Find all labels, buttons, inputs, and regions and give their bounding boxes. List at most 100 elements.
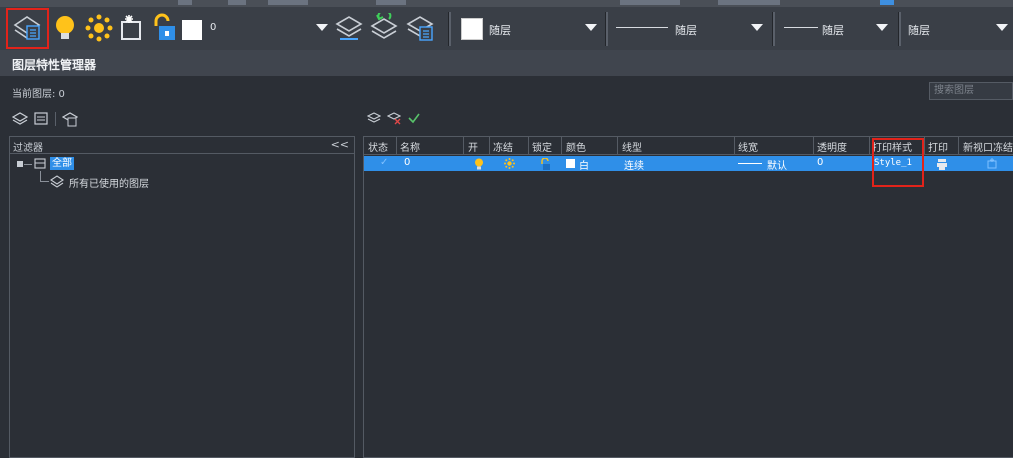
chevron-down-icon (585, 24, 597, 31)
column-separator (617, 137, 618, 154)
filter-tree-item-used[interactable]: 所有已使用的图层 (69, 175, 149, 190)
column-separator (813, 137, 814, 154)
layer-on-bulb-icon[interactable] (50, 13, 80, 43)
layer-transparency-cell[interactable]: 0 (817, 157, 823, 168)
layer-linetype-cell[interactable]: 连续 (624, 157, 644, 172)
linetype-sample (616, 27, 668, 28)
column-header-freeze[interactable]: 冻结 (493, 139, 513, 154)
column-header-name[interactable]: 名称 (400, 139, 420, 154)
layer-properties-icon[interactable] (12, 13, 42, 43)
column-separator (396, 137, 397, 154)
color-value: 随层 (489, 24, 511, 37)
lineweight-sample (738, 163, 762, 164)
layer-on-bulb-icon[interactable] (474, 158, 484, 170)
chevron-down-icon (876, 24, 888, 31)
layer-color-swatch (182, 20, 202, 40)
lineweight-value: 随层 (822, 24, 844, 37)
column-separator (869, 137, 870, 154)
make-current-layer-icon[interactable] (334, 13, 364, 43)
column-header-color[interactable]: 颜色 (566, 139, 586, 154)
layer-unlock-icon[interactable] (540, 158, 550, 170)
current-layer-value: 0 (210, 22, 217, 33)
layer-previous-icon[interactable] (369, 13, 399, 43)
highlight-box (872, 138, 924, 187)
column-separator (734, 137, 735, 154)
search-input[interactable]: 搜索图层 (929, 82, 1013, 100)
current-layer-dropdown[interactable]: 0 (210, 16, 332, 40)
toolbar-separator (448, 12, 451, 46)
plotstyle-value: 随层 (908, 24, 930, 37)
column-separator (561, 137, 562, 154)
lineweight-dropdown[interactable]: 随层 (780, 16, 898, 40)
delete-layer-icon[interactable] (387, 111, 401, 125)
tree-connector (40, 171, 41, 181)
status-check-icon: ✓ (380, 157, 389, 168)
color-swatch (461, 18, 483, 40)
toolbar-separator (772, 12, 775, 46)
tree-connector (40, 181, 49, 182)
column-header-lineweight[interactable]: 线宽 (738, 139, 758, 154)
chevron-down-icon (316, 24, 328, 31)
layer-name-cell[interactable]: 0 (404, 157, 410, 168)
layer-lock-icon[interactable] (148, 13, 178, 43)
column-separator (463, 137, 464, 154)
column-header-plot[interactable]: 打印 (928, 139, 948, 154)
filter-tree-panel: 过滤器 << 全部 所有已使用的图层 (9, 136, 355, 458)
linetype-dropdown[interactable]: 随层 (612, 16, 767, 40)
new-property-filter-icon[interactable] (12, 111, 28, 127)
filter-header-label: 过滤器 (13, 143, 43, 154)
layer-states-icon[interactable] (62, 111, 78, 127)
new-layer-icon[interactable] (367, 111, 381, 125)
filter-header: 过滤器 << (10, 137, 354, 154)
color-dropdown[interactable]: 随层 (458, 16, 608, 40)
toolbar-edge-mark (178, 0, 192, 5)
new-group-filter-icon[interactable] (33, 111, 49, 127)
page-title: 图层特性管理器 (12, 58, 97, 72)
chevron-down-icon (751, 24, 763, 31)
color-swatch[interactable] (566, 159, 575, 168)
linetype-value: 随层 (675, 24, 697, 37)
column-separator (958, 137, 959, 154)
current-layer-row: 当前图层: 0 (0, 80, 1013, 102)
toolbar-separator (898, 12, 901, 46)
viewport-freeze-icon[interactable] (117, 13, 147, 43)
palette-titlebar[interactable]: 图层特性管理器 (0, 50, 1013, 76)
column-header-on[interactable]: 开 (468, 139, 478, 154)
current-layer-label: 当前图层: 0 (12, 89, 65, 100)
toolbar-edge-mark (268, 0, 308, 5)
column-separator (528, 137, 529, 154)
layer-freeze-sun-icon[interactable] (504, 158, 515, 169)
layer-lineweight-cell[interactable]: 默认 (767, 157, 787, 172)
collapse-filter-button[interactable]: << (331, 138, 349, 151)
layer-color-cell[interactable]: 白 (579, 157, 589, 172)
toolbar-edge-mark (228, 0, 246, 5)
layer-state-manager-icon[interactable] (405, 13, 435, 43)
top-toolbar-edge (0, 0, 1013, 7)
toolbar-edge-mark (880, 0, 894, 5)
toolbar-edge-mark (376, 0, 406, 5)
column-header-transparency[interactable]: 透明度 (817, 139, 847, 154)
column-header-linetype[interactable]: 线型 (622, 139, 642, 154)
set-current-check-icon[interactable] (407, 111, 421, 125)
toolbar-separator (55, 112, 56, 126)
vp-freeze-icon[interactable] (987, 158, 998, 169)
printer-icon[interactable] (937, 158, 947, 170)
toolbar-edge-mark (718, 0, 780, 5)
layer-freeze-sun-icon[interactable] (84, 13, 114, 43)
layer-toolbar: 0 随层 随层 随层 随层 (0, 7, 1013, 51)
column-separator (489, 137, 490, 154)
all-layers-icon (34, 158, 46, 169)
column-header-status[interactable]: 状态 (368, 139, 388, 154)
used-layers-filter-icon (50, 175, 64, 188)
tree-collapse-icon[interactable] (17, 161, 23, 167)
column-separator (924, 137, 925, 154)
plotstyle-dropdown[interactable]: 随层 (906, 16, 1013, 40)
toolbar-edge-mark (620, 0, 680, 5)
chevron-down-icon (996, 24, 1008, 31)
lineweight-sample (784, 27, 818, 28)
filter-tree-item-all[interactable]: 全部 (50, 157, 74, 170)
tree-connector (24, 164, 32, 165)
toolbar-separator (605, 12, 608, 46)
column-header-vp-freeze[interactable]: 新视口冻结 (963, 139, 1013, 154)
column-header-lock[interactable]: 锁定 (532, 139, 552, 154)
